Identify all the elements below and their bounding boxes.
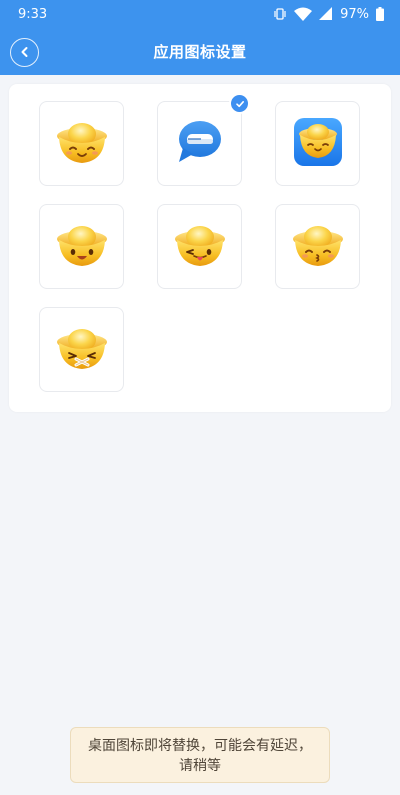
- blue-square-ingot-icon: [293, 117, 342, 170]
- battery-icon: [376, 7, 384, 21]
- ingot-mask-icon: [56, 325, 108, 375]
- header-bar: 应用图标设置: [0, 28, 400, 75]
- chevron-left-icon: [19, 43, 31, 62]
- selected-badge: [229, 93, 250, 114]
- ingot-kiss-icon: [292, 222, 344, 272]
- toast-notification: 桌面图标即将替换，可能会有延迟，请稍等: [70, 727, 330, 783]
- icon-option-1[interactable]: [39, 101, 124, 186]
- signal-icon: [319, 7, 333, 21]
- status-icons: 97%: [273, 7, 384, 22]
- battery-level: 97%: [340, 6, 369, 22]
- icon-option-5[interactable]: [157, 204, 242, 289]
- page-title: 应用图标设置: [153, 43, 247, 61]
- check-icon: [235, 94, 245, 113]
- toast-message: 桌面图标即将替换，可能会有延迟，请稍等: [88, 738, 312, 774]
- chat-bubble-icon: [177, 120, 223, 168]
- icon-grid-card: [9, 84, 391, 412]
- ingot-smile-icon: [56, 119, 108, 169]
- ingot-tongue-icon: [174, 222, 226, 272]
- back-button[interactable]: [10, 38, 39, 67]
- vibrate-icon: [273, 7, 287, 21]
- icon-option-6[interactable]: [275, 204, 360, 289]
- ingot-happy-icon: [56, 222, 108, 272]
- status-bar: 9:33 97%: [0, 0, 400, 28]
- status-time: 9:33: [18, 6, 48, 22]
- icon-option-2[interactable]: [157, 93, 250, 186]
- icon-option-7[interactable]: [39, 307, 124, 392]
- icon-option-4[interactable]: [39, 204, 124, 289]
- wifi-icon: [294, 7, 313, 21]
- icon-option-3[interactable]: [275, 101, 360, 186]
